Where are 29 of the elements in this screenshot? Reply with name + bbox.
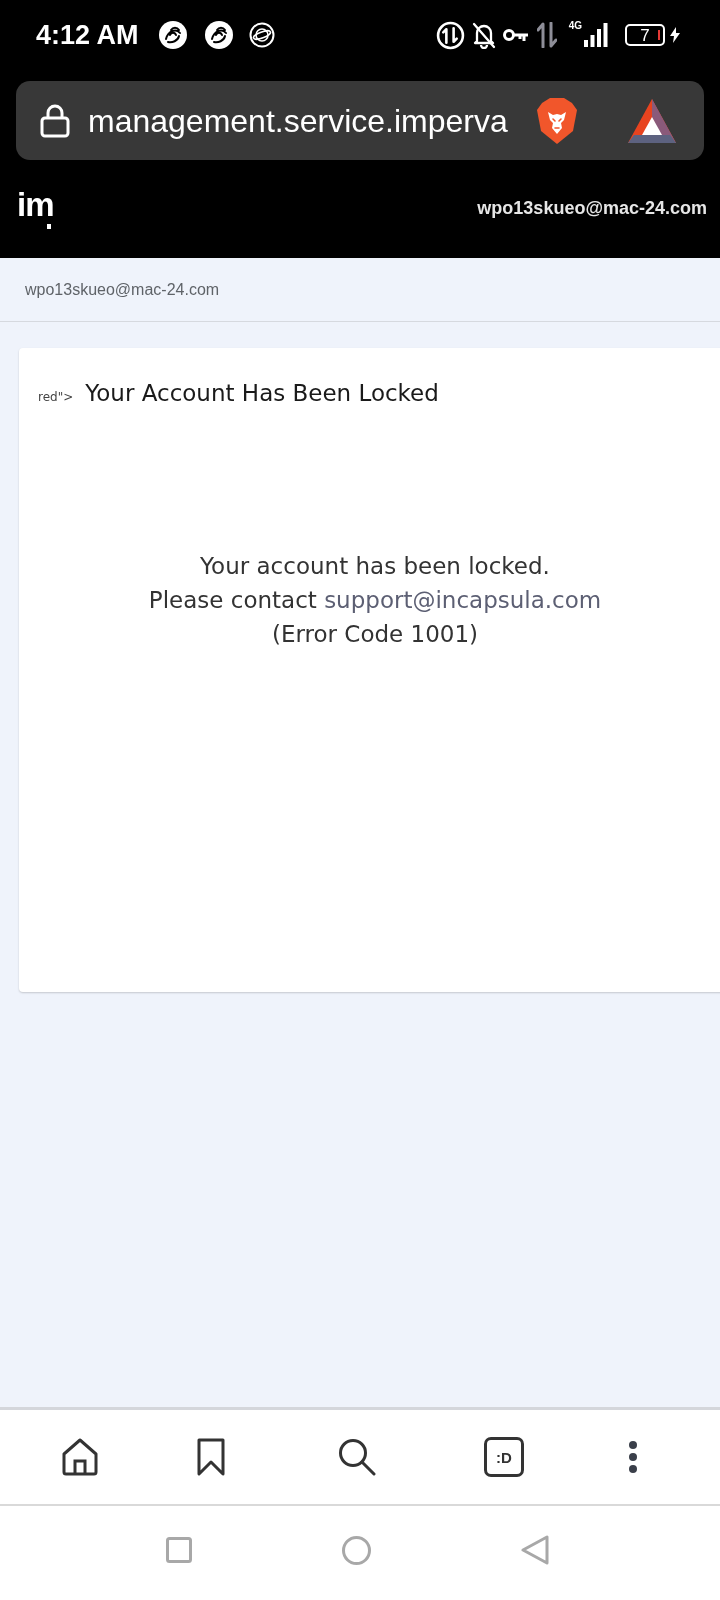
planet-icon — [248, 22, 275, 48]
search-icon[interactable] — [338, 1438, 376, 1476]
logo[interactable]: im — [17, 187, 54, 229]
support-email-link[interactable]: support@incapsula.com — [324, 586, 602, 613]
signal-icon — [584, 23, 608, 47]
lock-icon — [40, 103, 70, 138]
breadcrumb-account: wpo13skueo@mac-24.com — [25, 279, 220, 300]
network-type: 4G — [568, 21, 582, 31]
bell-off-icon — [471, 21, 496, 49]
card-title: Your Account Has Been Locked — [85, 379, 439, 408]
swirl-icon — [158, 21, 187, 49]
address-bar[interactable]: management.service.imperva — [16, 81, 704, 160]
bookmark-icon[interactable] — [197, 1438, 225, 1476]
swirl-icon — [204, 21, 233, 49]
transfer-arrows-icon — [536, 22, 557, 48]
more-menu-icon[interactable] — [628, 1440, 638, 1474]
title-prefix: red"> — [38, 389, 74, 406]
bolt-icon — [670, 27, 680, 43]
lion-shield-icon[interactable] — [536, 97, 578, 144]
error-message: Your account has been locked. Please contact support@incapsula.com (Error Code 1001) — [147, 551, 603, 649]
key-icon — [502, 28, 529, 42]
status-time: 4:12 AM — [36, 21, 139, 49]
tab-switcher-button[interactable]: :D — [484, 1437, 524, 1477]
home-icon[interactable] — [61, 1438, 99, 1476]
battery-percentage: 7 — [640, 26, 650, 44]
url-text: management.service.imperva — [88, 104, 508, 137]
circled-arrows-icon — [435, 20, 465, 50]
triangle-icon[interactable] — [628, 98, 676, 143]
account-email[interactable]: wpo13skueo@mac-24.com — [477, 194, 707, 222]
